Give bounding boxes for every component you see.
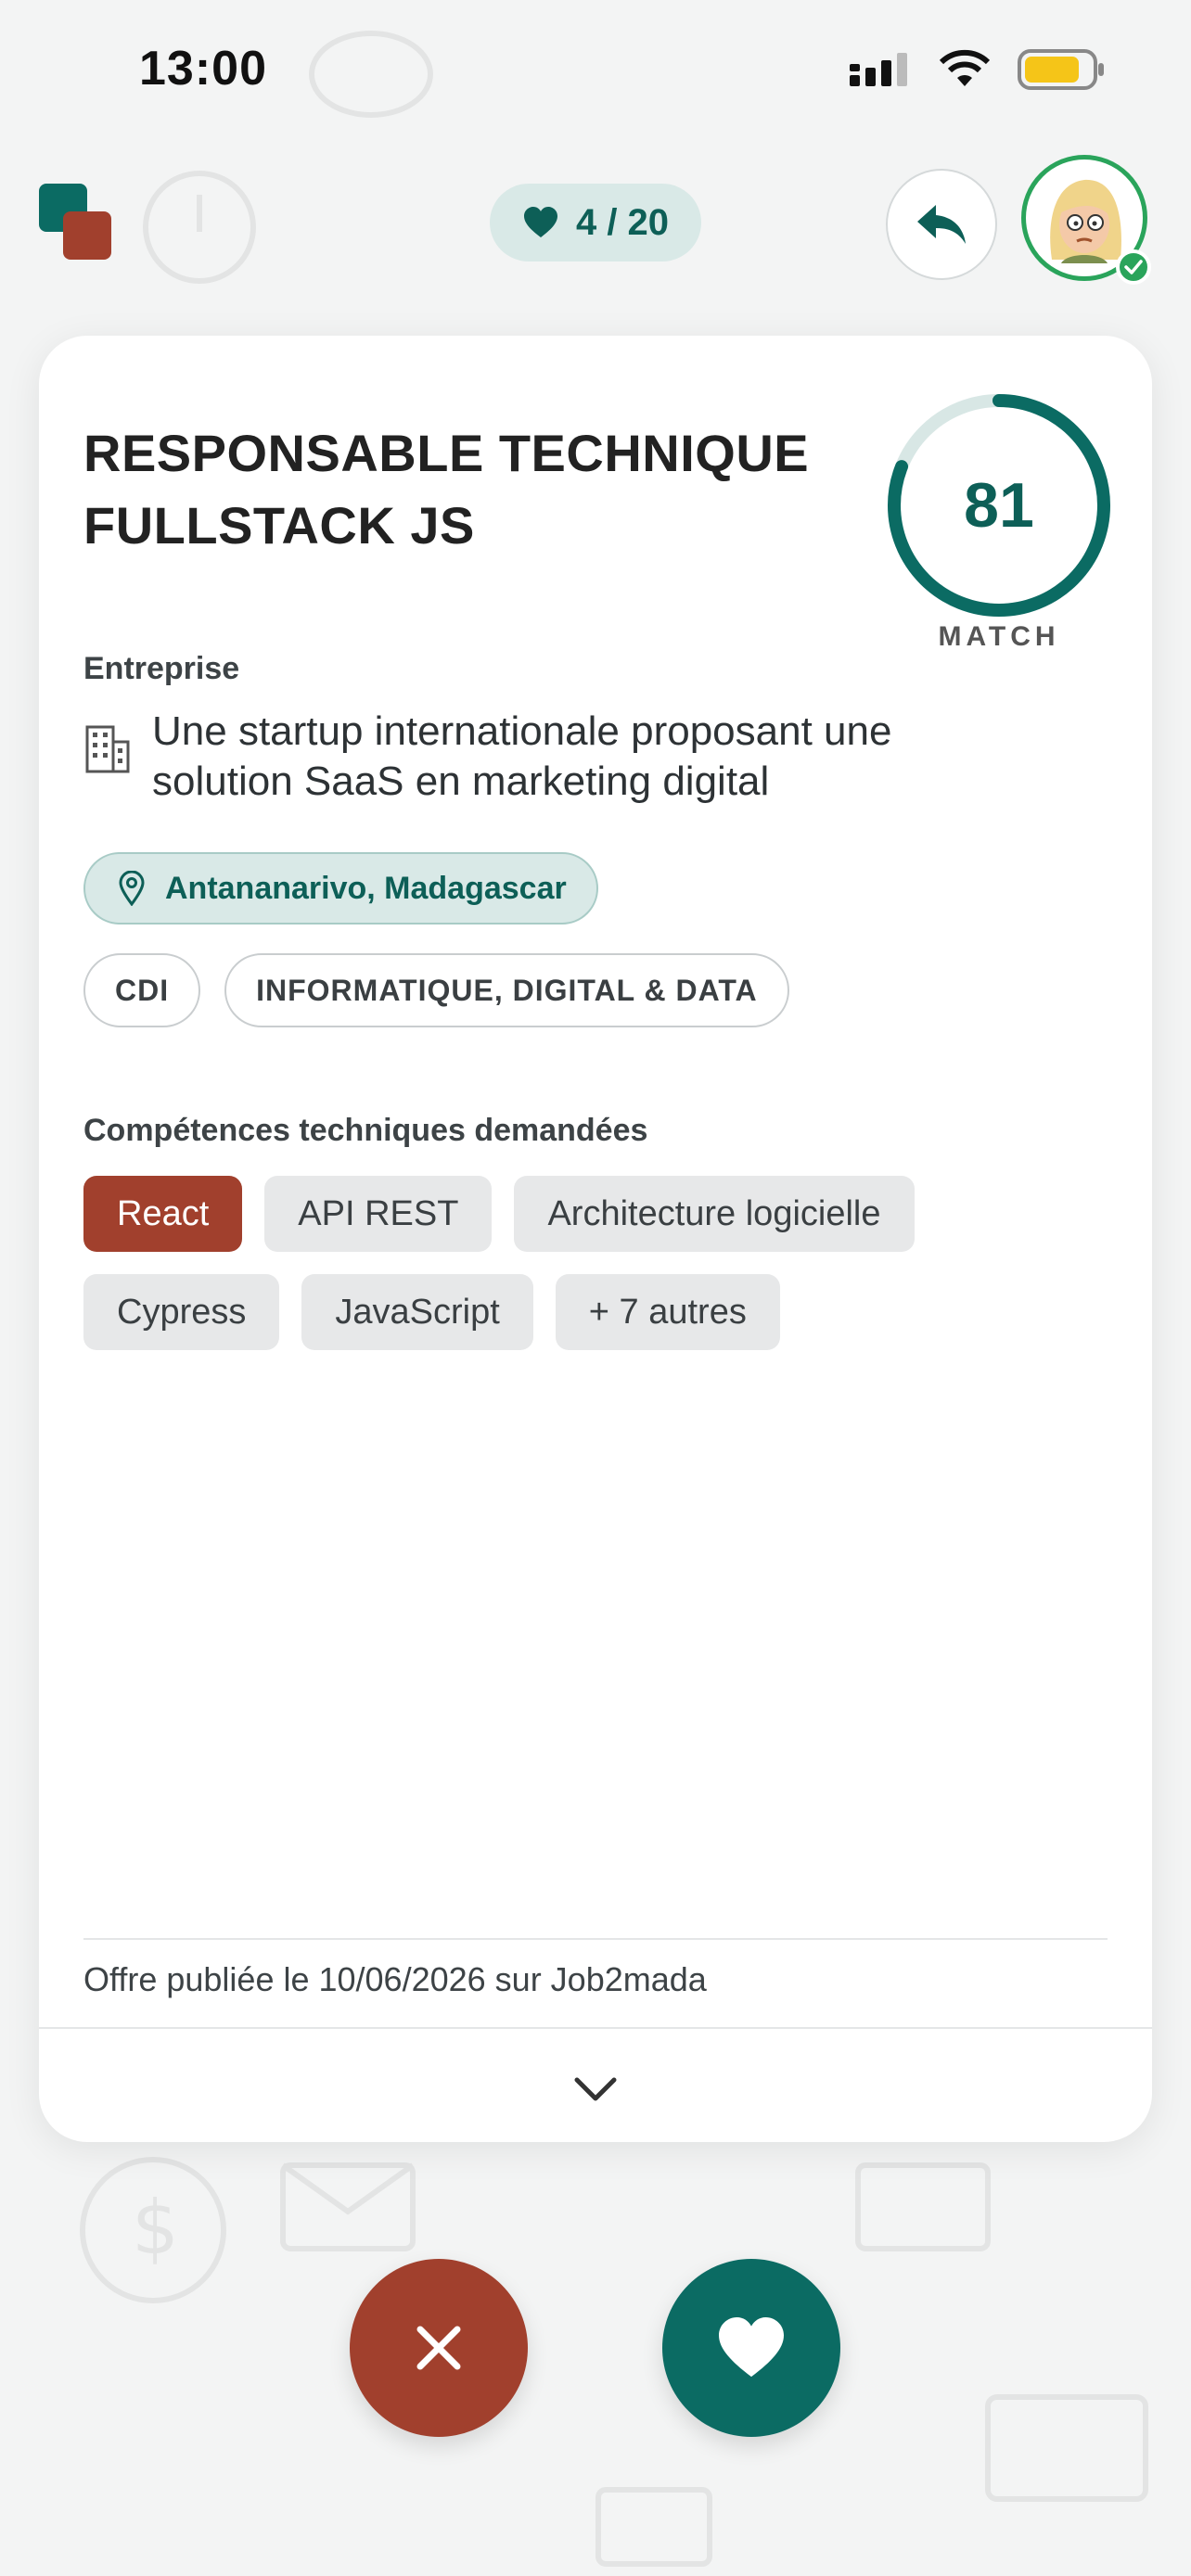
published-info: Offre publiée le 10/06/2026 sur Job2mada (83, 1960, 707, 1998)
online-check-icon (1116, 249, 1151, 285)
skills-list: React API REST Architecture logicielle C… (83, 1176, 1104, 1350)
job-tags: CDI INFORMATIQUE, DIGITAL & DATA (83, 953, 789, 1027)
match-gauge: 81 (883, 389, 1115, 621)
job-title: RESPONSABLE TECHNIQUE FULLSTACK JS (83, 417, 900, 562)
job-title-line: FULLSTACK JS (83, 496, 475, 555)
app-logo[interactable] (39, 184, 111, 260)
expand-details-button[interactable] (554, 2057, 637, 2122)
skill-chip: Cypress (83, 1274, 280, 1350)
company-description: Une startup internationale proposant une… (152, 707, 891, 807)
divider (83, 1938, 1108, 1940)
reject-button[interactable] (350, 2259, 528, 2437)
skills-label: Compétences techniques demandées (83, 1113, 648, 1148)
company-description-line: solution SaaS en marketing digital (152, 759, 770, 804)
divider (39, 2027, 1152, 2029)
heart-icon (719, 2316, 784, 2378)
skill-chip: React (83, 1176, 243, 1252)
skill-chip: API REST (264, 1176, 493, 1252)
match-score: 81 (964, 470, 1034, 541)
company-description-line: Une startup internationale proposant une (152, 708, 892, 754)
skill-chip: JavaScript (301, 1274, 533, 1350)
likes-count: 4 / 20 (575, 201, 670, 243)
location-badge: Antananarivo, Madagascar (83, 852, 598, 925)
sector-tag: INFORMATIQUE, DIGITAL & DATA (224, 953, 789, 1027)
skill-chip: Architecture logicielle (514, 1176, 915, 1252)
location-text: Antananarivo, Madagascar (165, 870, 567, 906)
svg-text:$: $ (132, 2185, 179, 2271)
job-title-line: RESPONSABLE TECHNIQUE (83, 424, 810, 482)
cellular-signal-icon (850, 53, 907, 86)
chevron-down-icon (574, 2077, 617, 2101)
company-label: Entreprise (83, 651, 240, 686)
job-card[interactable]: RESPONSABLE TECHNIQUE FULLSTACK JS 81 MA… (39, 336, 1152, 2142)
like-button[interactable] (662, 2259, 840, 2437)
contract-type-tag: CDI (83, 953, 201, 1027)
status-time: 13:00 (139, 42, 267, 96)
reply-arrow-icon (917, 205, 966, 244)
likes-counter: 4 / 20 (490, 184, 701, 261)
undo-button[interactable] (886, 169, 997, 280)
company-row: Une startup internationale proposant une… (83, 707, 1030, 807)
avatar-illustration-icon (1050, 179, 1121, 263)
battery-icon (1018, 49, 1104, 90)
status-bar: 13:00 (0, 0, 1191, 139)
wifi-icon (939, 49, 991, 86)
status-icons (848, 48, 1106, 91)
profile-avatar-button[interactable] (1021, 155, 1155, 288)
more-skills-chip[interactable]: + 7 autres (555, 1274, 780, 1350)
map-pin-icon (119, 871, 145, 906)
match-label: MATCH (938, 621, 1060, 652)
close-icon (416, 2326, 461, 2370)
heart-icon (523, 207, 557, 237)
building-icon (85, 725, 130, 773)
